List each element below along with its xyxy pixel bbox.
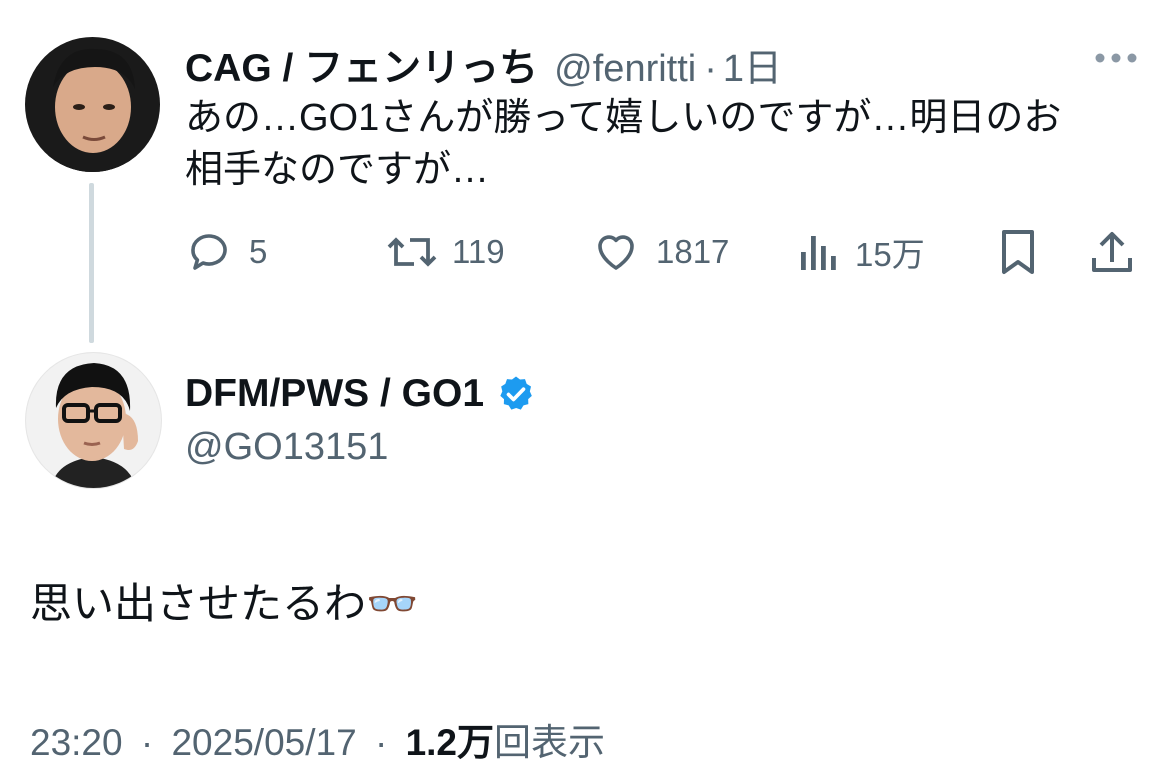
views-chart-icon [801,236,836,270]
author-handle[interactable]: @GO13151 [185,426,388,469]
bookmark-icon [1002,230,1034,274]
author-handle[interactable]: @fenritti [554,48,696,91]
separator-dot: · [140,722,154,763]
views-button[interactable]: 15万 [797,228,925,276]
retweet-icon [387,237,437,267]
separator-dot: · [374,722,388,763]
retweet-button[interactable]: 119 [386,228,505,276]
avatar-go1[interactable] [25,352,162,489]
tweet1-header: CAG / フェンリっち @fenritti · 1日 [185,37,782,93]
view-count: 1.2万 [405,722,494,763]
views-count: 15万 [855,236,925,273]
heart-icon [598,235,634,270]
author-name[interactable]: DFM/PWS / GO1 [185,372,484,416]
share-button[interactable] [1088,228,1136,283]
tweet2-meta: 23:20 · 2025/05/17 · 1.2万回表示 [30,712,605,766]
tweet-date[interactable]: 2025/05/17 [171,722,356,763]
author-name[interactable]: CAG / フェンリっち [185,37,538,93]
verified-badge-icon [496,374,536,414]
avatar-fenritti[interactable] [25,37,160,172]
avatar-go1-image [26,353,161,488]
reply-count: 5 [249,233,268,270]
tweet2-header: DFM/PWS / GO1 [185,372,536,416]
tweet-time[interactable]: 1日 [723,37,782,92]
more-horizontal-icon[interactable] [1093,50,1139,66]
reply-icon [191,234,227,270]
separator-dot: · [704,48,717,90]
like-count: 1817 [656,233,730,270]
share-icon [1092,232,1132,272]
tweet1-text-line1: あの…GO1さんが勝って嬉しいのですが…明日のお [185,97,1062,139]
tweet2-text: 思い出させたるわ👓 [30,580,419,627]
avatar-fenritti-image [25,37,160,172]
view-count-label: 回表示 [494,722,605,763]
bookmark-button[interactable] [996,228,1040,283]
retweet-count: 119 [452,233,505,270]
tweet1-text-line2: 相手なのですが… [185,149,490,191]
reply-button[interactable]: 5 [187,228,267,276]
tweet-time[interactable]: 23:20 [30,722,123,763]
tweet1-text: あの…GO1さんが勝って嬉しいのですが…明日のお 相手なのですが… [185,92,1155,196]
thread-line [89,183,94,343]
like-button[interactable]: 1817 [592,228,729,276]
